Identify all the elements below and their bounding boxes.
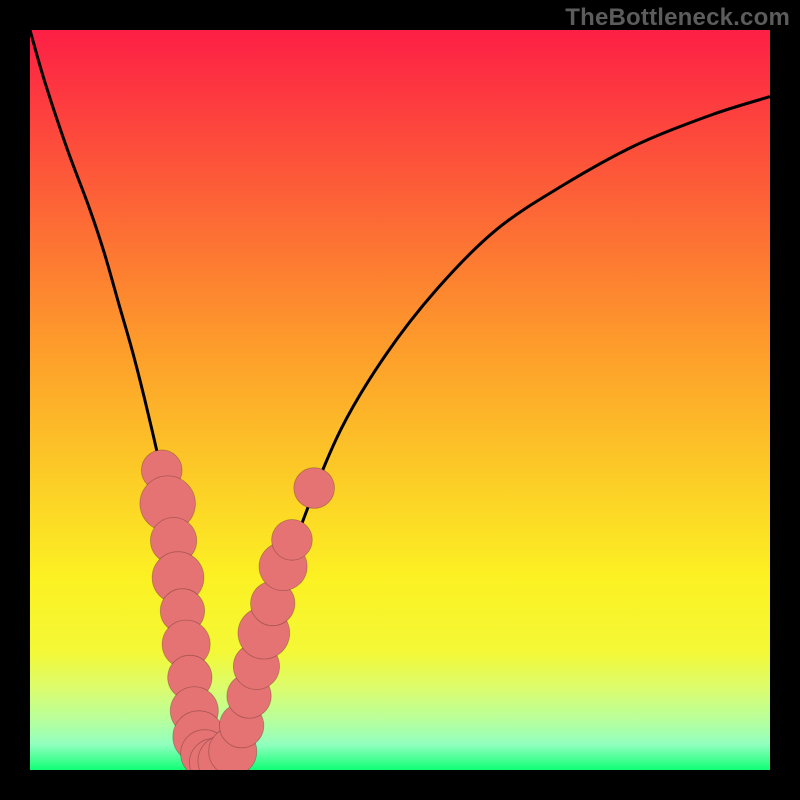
watermark-text: TheBottleneck.com bbox=[565, 4, 790, 32]
data-point bbox=[294, 468, 335, 509]
chart-svg bbox=[30, 30, 770, 770]
data-point bbox=[272, 520, 313, 561]
chart-frame: TheBottleneck.com bbox=[0, 0, 800, 800]
bottleneck-curve bbox=[30, 30, 770, 763]
highlighted-points bbox=[140, 450, 335, 770]
plot-area bbox=[30, 30, 770, 770]
